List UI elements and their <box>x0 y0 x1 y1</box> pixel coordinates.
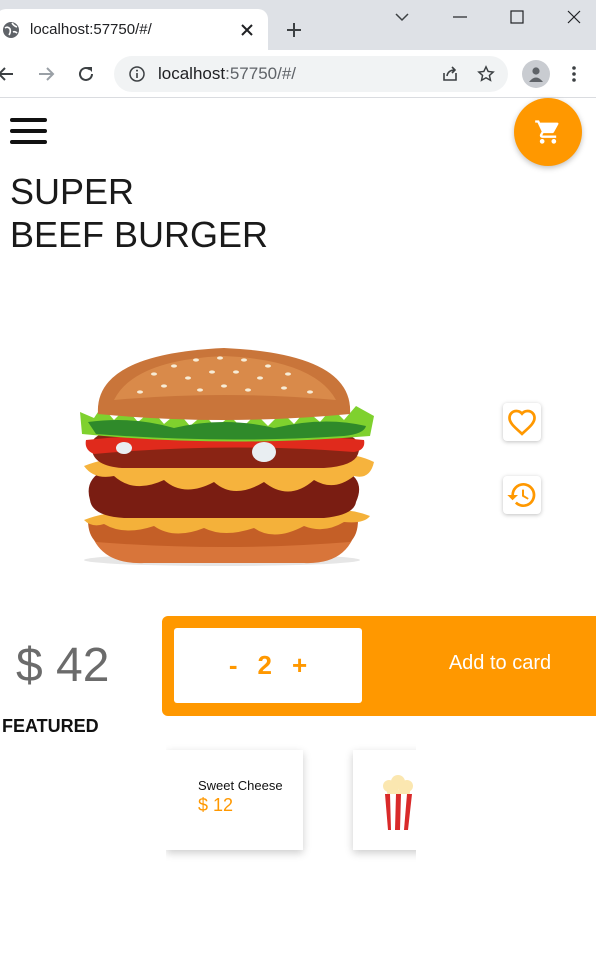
maximize-icon[interactable] <box>489 0 545 34</box>
minimize-icon[interactable] <box>432 0 488 34</box>
tab-title: localhost:57750/#/ <box>30 21 152 38</box>
increment-button[interactable]: + <box>292 650 307 681</box>
close-window-icon[interactable] <box>546 0 596 34</box>
back-icon[interactable] <box>0 60 20 88</box>
add-to-cart-button[interactable]: Add to card <box>440 652 560 675</box>
product-title: SUPER BEEF BURGER <box>10 171 269 255</box>
quantity-value: 2 <box>257 650 272 680</box>
browser-titlebar: localhost:57750/#/ <box>0 0 596 50</box>
hamburger-icon[interactable] <box>10 118 47 146</box>
chevron-down-icon[interactable] <box>374 0 430 34</box>
browser-toolbar: localhost:57750/#/ <box>0 50 596 98</box>
featured-list[interactable]: Sweet Cheese $ 12 <box>166 740 416 864</box>
decrement-button[interactable]: - <box>229 650 238 681</box>
popcorn-image <box>383 775 413 830</box>
heart-icon <box>508 409 536 436</box>
cart-icon <box>535 120 559 144</box>
featured-heading: FEATURED <box>2 716 99 736</box>
info-icon[interactable] <box>126 63 148 85</box>
share-icon[interactable] <box>436 60 464 88</box>
star-icon[interactable] <box>472 60 500 88</box>
product-image <box>74 330 384 600</box>
kebab-menu-icon[interactable] <box>562 62 586 86</box>
globe-icon <box>2 21 20 39</box>
history-button[interactable] <box>503 476 541 514</box>
profile-icon[interactable] <box>522 60 550 88</box>
reload-icon[interactable] <box>72 60 100 88</box>
forward-icon[interactable] <box>32 60 60 88</box>
cart-button[interactable] <box>514 98 582 166</box>
plus-icon[interactable] <box>280 16 308 44</box>
address-bar[interactable]: localhost:57750/#/ <box>114 56 508 92</box>
featured-item-price: $ 12 <box>198 795 234 815</box>
product-price: $ 42 <box>16 639 110 692</box>
close-icon[interactable] <box>232 15 262 45</box>
featured-item-name: Sweet Cheese <box>198 778 283 793</box>
featured-card[interactable]: Sweet Cheese $ 12 <box>166 750 303 850</box>
history-icon <box>507 482 536 507</box>
quantity-stepper: - 2 + <box>174 628 362 703</box>
favorite-button[interactable] <box>503 403 541 441</box>
browser-tab[interactable]: localhost:57750/#/ <box>0 9 268 50</box>
url-text: localhost:57750/#/ <box>158 64 297 83</box>
featured-card[interactable] <box>353 750 416 850</box>
